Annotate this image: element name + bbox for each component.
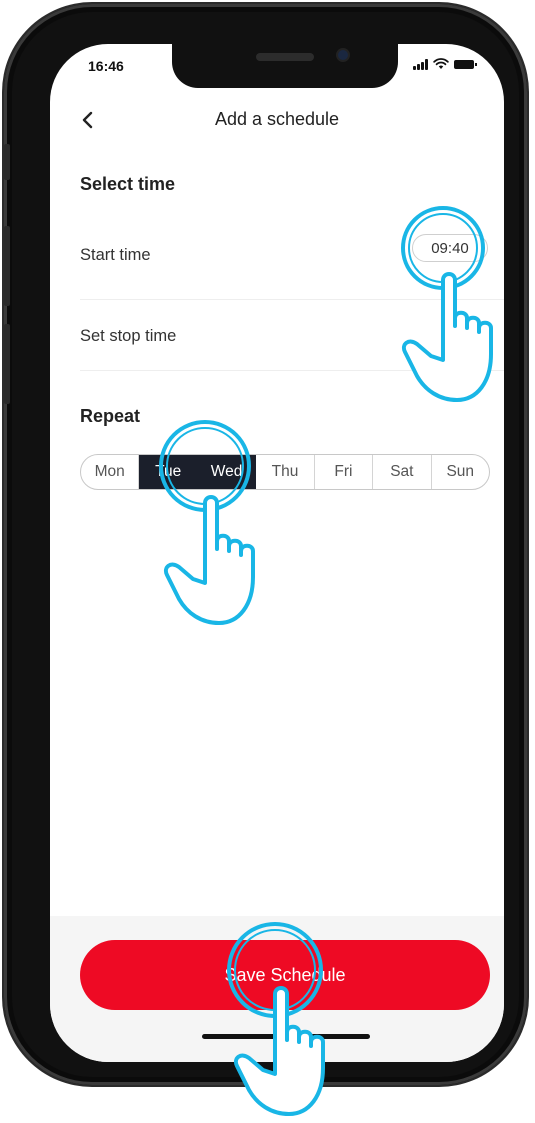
volume-down-button xyxy=(4,324,10,404)
repeat-heading: Repeat xyxy=(80,406,141,426)
day-wed-button[interactable]: Wed xyxy=(197,455,257,489)
day-thu-button[interactable]: Thu xyxy=(256,455,315,489)
toggle-knob xyxy=(450,322,466,338)
start-time-picker[interactable]: 09:40 xyxy=(412,234,488,262)
day-tue-button[interactable]: Tue xyxy=(139,455,198,489)
repeat-day-selector: Mon Tue Wed Thu Fri Sat Sun xyxy=(80,454,490,490)
select-time-heading: Select time xyxy=(80,174,176,194)
page-title: Add a schedule xyxy=(214,109,340,129)
camera-icon xyxy=(338,50,348,60)
nav-bar: Add a schedule xyxy=(50,104,504,138)
notch xyxy=(172,44,398,88)
wifi-icon xyxy=(433,58,449,69)
start-time-label: Start time xyxy=(80,246,151,264)
stop-time-toggle[interactable] xyxy=(448,320,484,340)
day-sat-button[interactable]: Sat xyxy=(373,455,432,489)
stop-time-label: Set stop time xyxy=(80,327,177,345)
screen: 16:46 Add a schedule Select time Start t… xyxy=(50,44,504,1062)
day-fri-button[interactable]: Fri xyxy=(315,455,374,489)
divider xyxy=(80,370,504,371)
day-sun-button[interactable]: Sun xyxy=(432,455,489,489)
phone-frame: 16:46 Add a schedule Select time Start t… xyxy=(4,4,527,1085)
home-indicator xyxy=(202,1034,370,1039)
day-mon-button[interactable]: Mon xyxy=(81,455,140,489)
signal-icon xyxy=(413,58,428,70)
status-icons xyxy=(413,58,477,70)
save-schedule-button[interactable]: Save Schedule xyxy=(80,940,490,1010)
battery-icon xyxy=(454,59,477,69)
divider xyxy=(80,299,504,300)
volume-up-button xyxy=(4,226,10,306)
mute-switch xyxy=(4,144,10,180)
status-time: 16:46 xyxy=(88,58,124,74)
speaker-grille xyxy=(256,53,314,61)
